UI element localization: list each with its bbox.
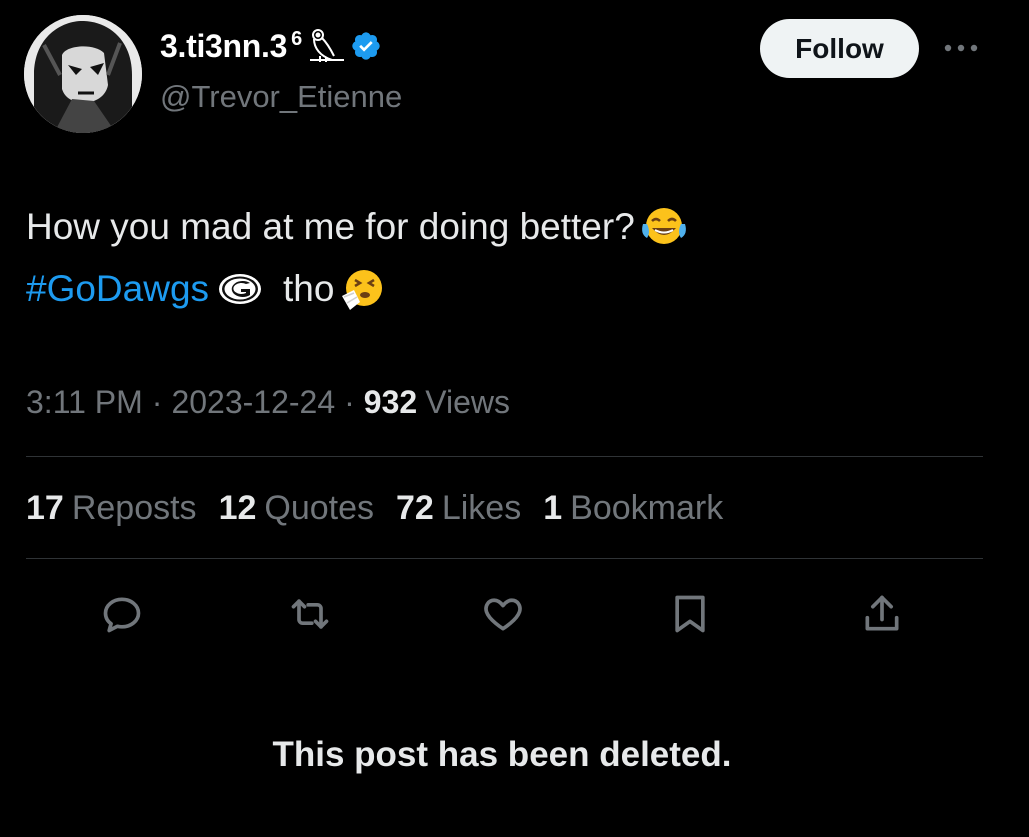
face-with-tears-of-joy-emoji: [641, 208, 686, 244]
ellipsis-icon: [944, 44, 978, 52]
hashtag-link[interactable]: #GoDawgs: [26, 258, 209, 320]
meta-separator: ·: [151, 383, 163, 420]
like-icon: [484, 598, 522, 631]
bookmark-button[interactable]: [664, 588, 716, 640]
stat-quotes[interactable]: 12 Quotes: [219, 489, 374, 528]
tweet-detail: 3.ti3nn.3 6 @Trevor_Etienne Follow How y…: [0, 0, 1029, 837]
tweet-date[interactable]: 2023-12-24: [171, 384, 335, 421]
owl-icon: [310, 29, 345, 62]
avatar[interactable]: [24, 15, 142, 133]
tweet-line-2-text: tho: [283, 268, 335, 309]
stat-count: 1: [543, 488, 563, 527]
stat-label: Bookmark: [570, 488, 724, 527]
avatar-image: [24, 15, 142, 133]
tweet-text: How you mad at me for doing better? #GoD…: [26, 196, 986, 320]
stat-bookmarks[interactable]: 1 Bookmark: [543, 489, 723, 528]
divider: [26, 558, 983, 559]
more-options-button[interactable]: [938, 30, 984, 66]
display-name[interactable]: 3.ti3nn.3: [160, 28, 287, 65]
share-button[interactable]: [856, 588, 908, 640]
tweet-line-1: How you mad at me for doing better?: [26, 196, 986, 258]
views-count: 932: [363, 383, 418, 420]
author-handle[interactable]: @Trevor_Etienne: [160, 79, 402, 115]
deleted-notice: This post has been deleted.: [272, 735, 732, 774]
divider: [26, 456, 983, 457]
stat-likes[interactable]: 72 Likes: [396, 489, 521, 528]
stat-count: 72: [396, 488, 434, 527]
bookmark-icon: [675, 595, 705, 633]
reply-icon: [103, 597, 141, 633]
follow-button[interactable]: Follow: [760, 19, 919, 78]
stat-label: Quotes: [264, 488, 375, 527]
tweet-meta: 3:11 PM · 2023-12-24 · 932 Views: [26, 378, 510, 426]
meta-separator: ·: [344, 383, 355, 420]
views-label: Views: [425, 383, 510, 420]
stat-label: Likes: [441, 488, 522, 527]
tweet-time[interactable]: 3:11 PM: [26, 384, 143, 421]
verified-icon: [352, 32, 380, 60]
tweet-line-2: #GoDawgs tho: [26, 258, 986, 320]
georgia-g-logo: [219, 274, 262, 304]
share-icon: [865, 595, 899, 631]
tweet-line-1-text: How you mad at me for doing better?: [26, 206, 635, 247]
stat-reposts[interactable]: 17 Reposts: [26, 489, 197, 528]
action-bar: [0, 588, 1029, 640]
engagement-stats: 17 Reposts 12 Quotes 72 Likes 1 Bookmark: [26, 484, 745, 532]
like-button[interactable]: [477, 588, 529, 640]
stat-label: Reposts: [71, 488, 197, 527]
display-name-suffix: 6: [291, 27, 303, 50]
stat-count: 17: [26, 488, 64, 527]
display-name-row[interactable]: 3.ti3nn.3 6: [160, 24, 382, 68]
stat-count: 12: [218, 488, 257, 527]
repost-button[interactable]: [284, 588, 336, 640]
reply-button[interactable]: [96, 588, 148, 640]
repost-icon: [291, 599, 329, 629]
sneezing-face-emoji: [342, 270, 383, 310]
